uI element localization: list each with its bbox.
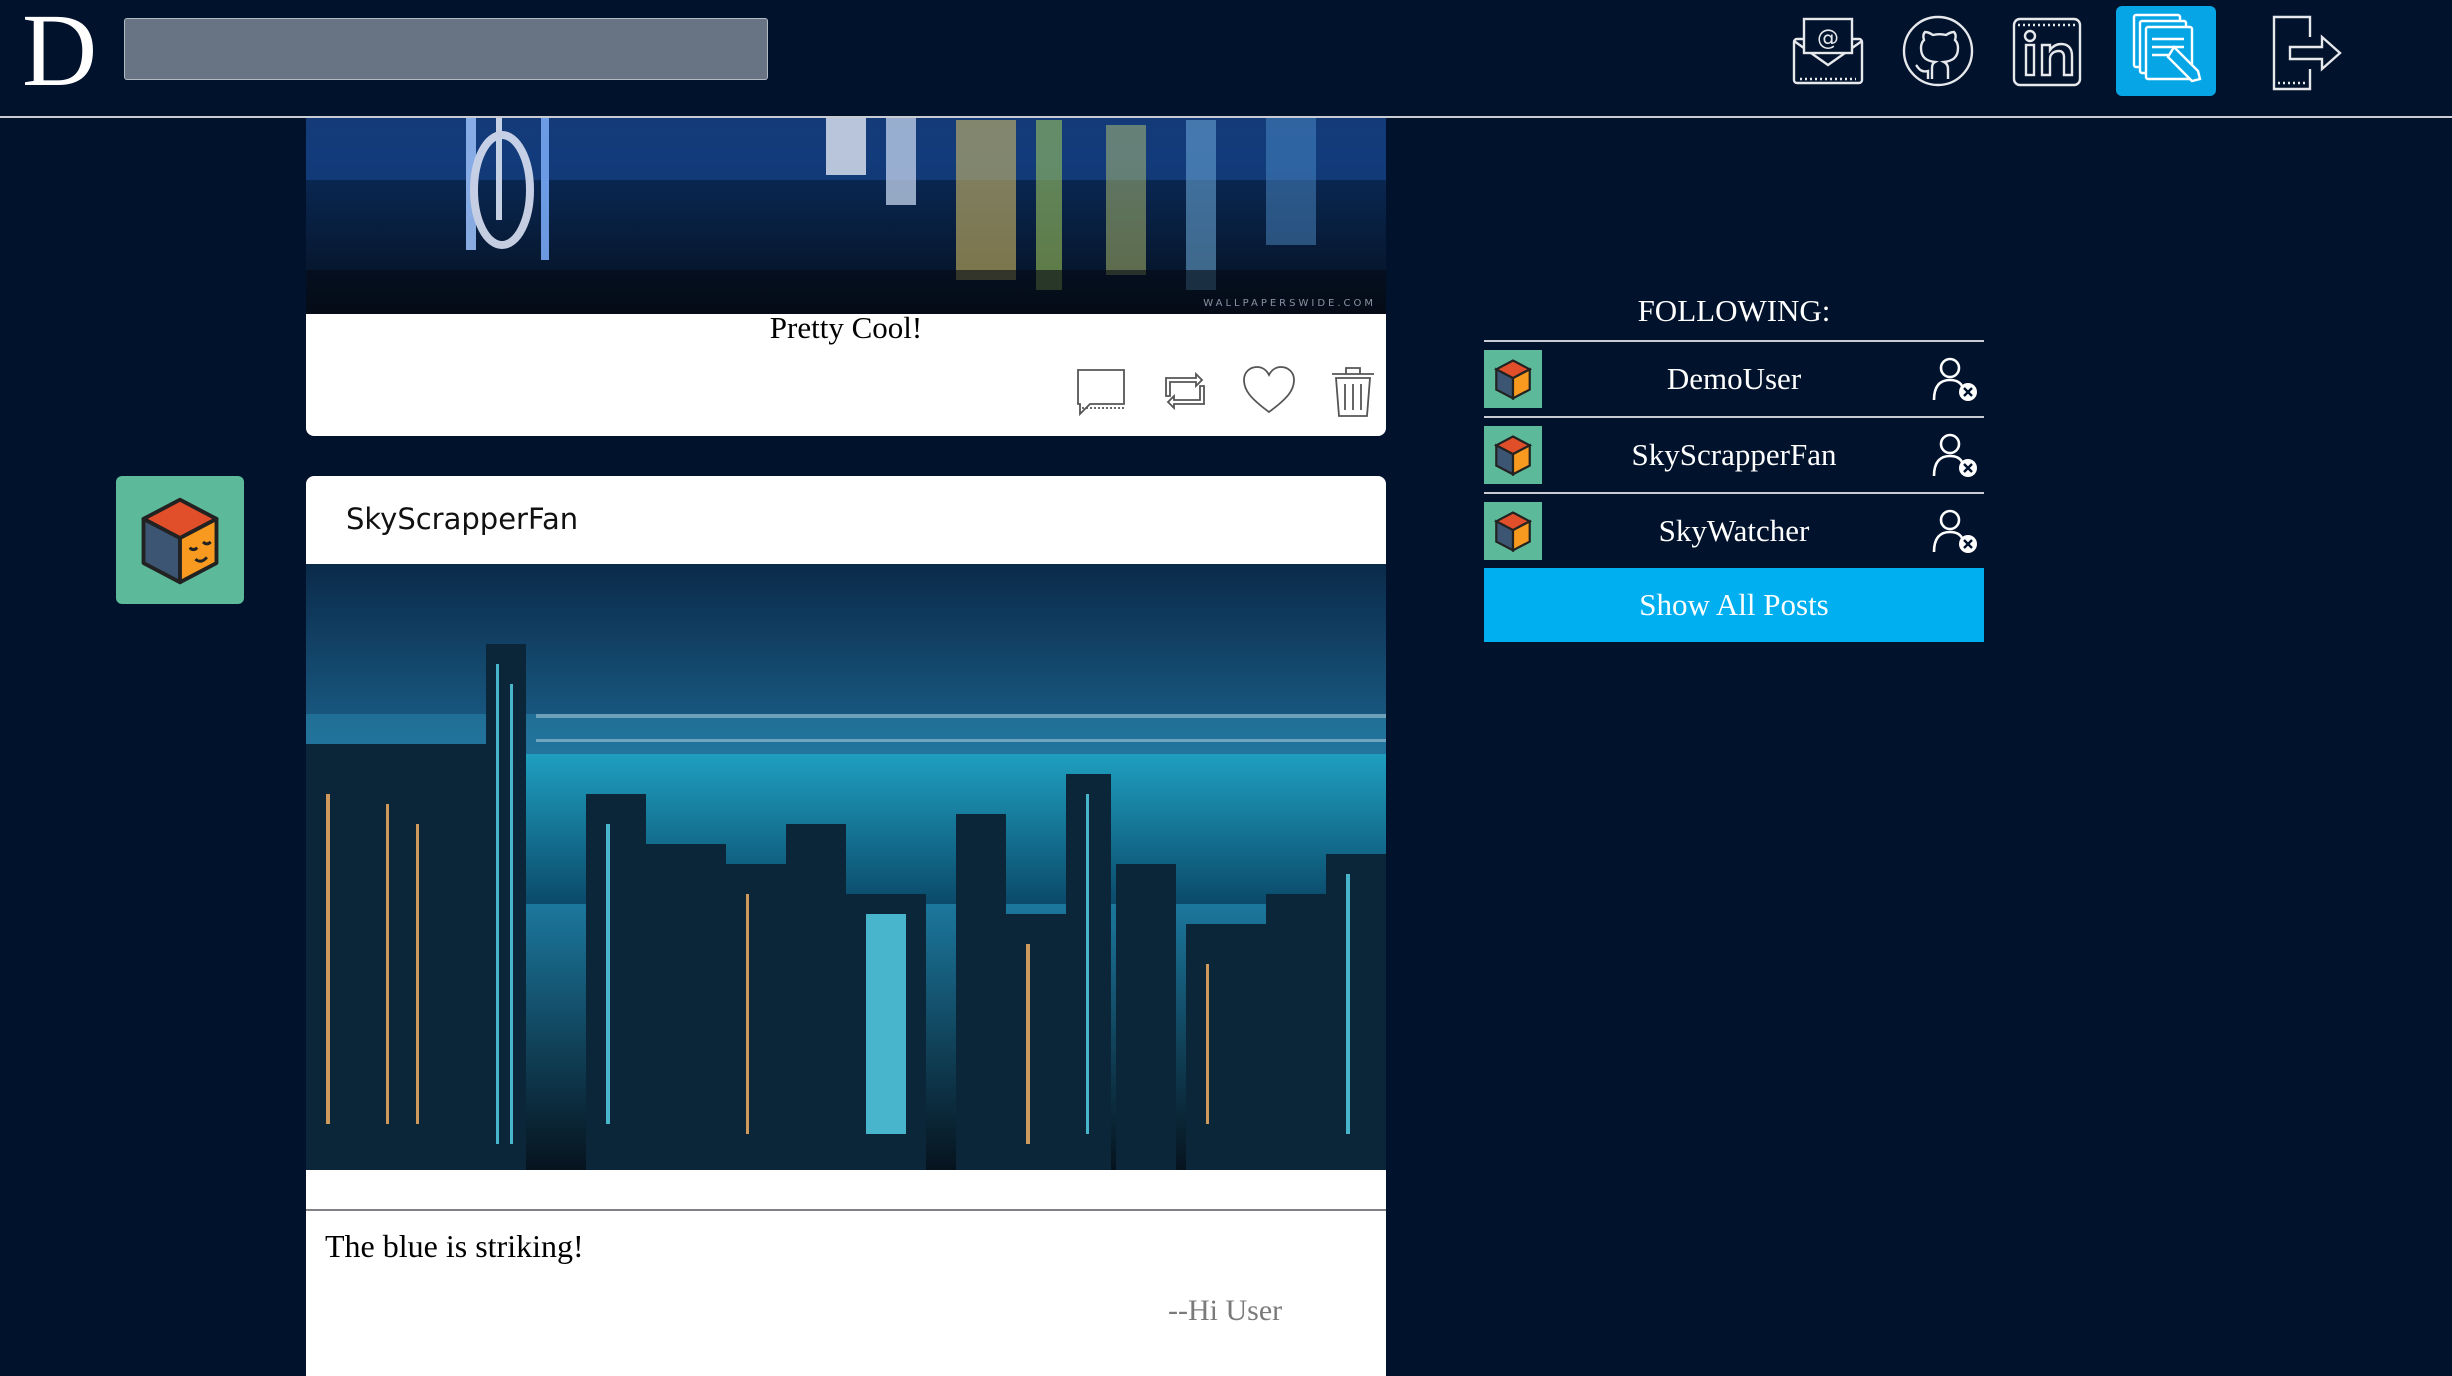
unfollow-icon[interactable] [1930, 506, 1980, 556]
avatar[interactable] [1484, 426, 1542, 484]
unfollow-icon[interactable] [1930, 430, 1980, 480]
post-signature: --Hi User [1168, 1294, 1283, 1327]
post-caption: Pretty Cool! [769, 310, 923, 345]
top-nav-bar: D @ [0, 0, 2452, 118]
post-card: SkyScrapperFan The blue is striking! --H… [306, 476, 1386, 1376]
avatar[interactable] [116, 476, 244, 604]
heart-icon[interactable] [1240, 362, 1302, 422]
svg-text:@: @ [1817, 26, 1839, 51]
following-title: FOLLOWING: [1484, 290, 1984, 342]
avatar[interactable] [1484, 350, 1542, 408]
post-caption: The blue is striking! [325, 1228, 584, 1264]
unfollow-icon[interactable] [1930, 354, 1980, 404]
following-username[interactable]: DemoUser [1544, 361, 1924, 397]
post-image [306, 564, 1386, 1170]
posts-icon[interactable] [2116, 6, 2216, 96]
repost-icon[interactable] [1156, 362, 1218, 422]
trash-icon[interactable] [1324, 362, 1386, 422]
following-username[interactable]: SkyScrapperFan [1544, 437, 1924, 473]
github-icon[interactable] [1888, 6, 1988, 96]
comment-icon[interactable] [1072, 362, 1134, 422]
site-logo[interactable]: D [22, 0, 97, 106]
avatar[interactable] [1484, 502, 1542, 560]
post-username[interactable]: SkyScrapperFan [346, 502, 578, 536]
following-row[interactable]: SkyWatcher [1484, 494, 1984, 568]
following-panel: FOLLOWING: DemoUser SkyScrapperFan SkyWa… [1484, 290, 1984, 642]
divider [306, 1209, 1386, 1211]
image-watermark: WALLPAPERSWIDE.COM [1203, 298, 1376, 309]
search-input[interactable] [124, 18, 768, 80]
following-username[interactable]: SkyWatcher [1544, 513, 1924, 549]
post-actions [1050, 362, 1386, 422]
following-row[interactable]: SkyScrapperFan [1484, 418, 1984, 494]
logout-icon[interactable] [2252, 6, 2352, 96]
linkedin-icon[interactable] [1998, 6, 2098, 96]
show-all-posts-button[interactable]: Show All Posts [1484, 568, 1984, 642]
following-row[interactable]: DemoUser [1484, 342, 1984, 418]
email-icon[interactable]: @ [1778, 6, 1878, 96]
